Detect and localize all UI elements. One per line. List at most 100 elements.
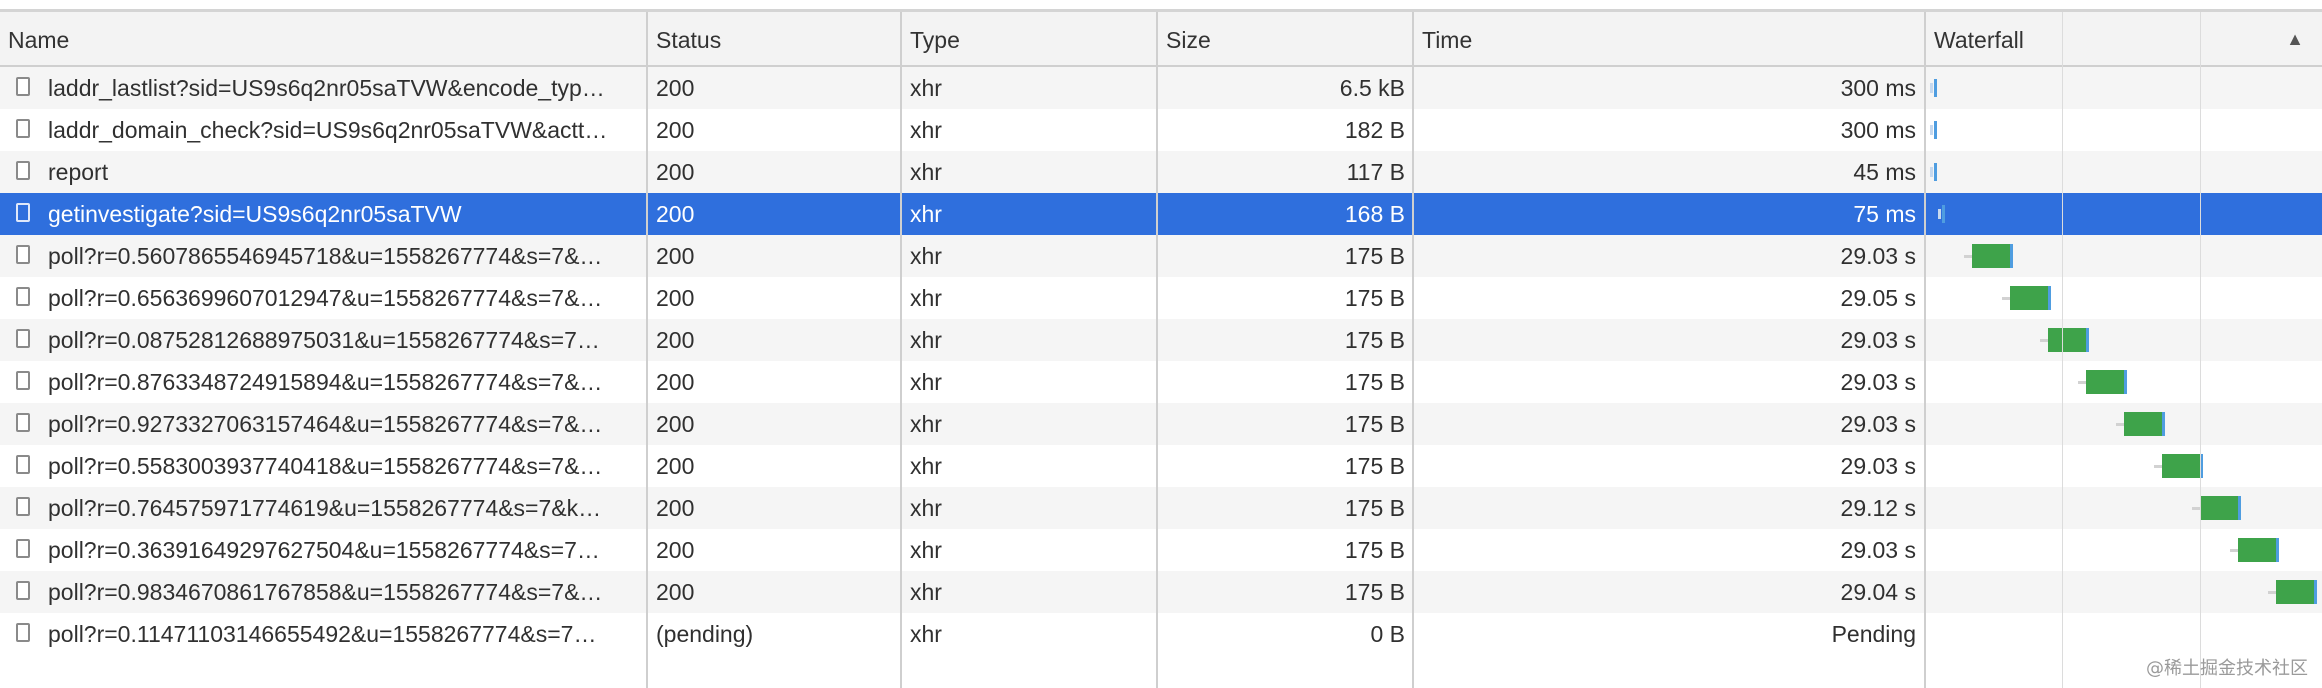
request-name: poll?r=0.6563699607012947&u=1558267774&s… bbox=[48, 285, 603, 311]
waterfall-timing[interactable] bbox=[1928, 109, 2322, 151]
table-row[interactable]: getinvestigate?sid=US9s6q2nr05saTVW 200 xh… bbox=[0, 193, 2322, 235]
request-status: 200 bbox=[656, 369, 695, 395]
column-divider[interactable] bbox=[646, 12, 648, 688]
waterfall-timing[interactable] bbox=[1928, 529, 2322, 571]
waterfall-timing[interactable] bbox=[1928, 193, 2322, 235]
request-status: 200 bbox=[656, 453, 695, 479]
waterfall-timing[interactable] bbox=[1928, 277, 2322, 319]
column-header-status[interactable]: Status bbox=[648, 12, 902, 65]
waterfall-timing[interactable] bbox=[1928, 319, 2322, 361]
request-type: xhr bbox=[910, 369, 942, 395]
request-status: 200 bbox=[656, 243, 695, 269]
column-header-waterfall[interactable]: Waterfall ▲ bbox=[1926, 12, 2322, 65]
table-row[interactable]: poll?r=0.9273327063157464&u=1558267774&s… bbox=[0, 403, 2322, 445]
waterfall-download-bar bbox=[1942, 205, 1945, 223]
request-time: 29.03 s bbox=[1840, 537, 1916, 563]
request-status: (pending) bbox=[656, 621, 754, 647]
request-time: 29.03 s bbox=[1840, 327, 1916, 353]
waterfall-download-bar bbox=[2048, 286, 2051, 310]
column-divider[interactable] bbox=[900, 12, 902, 688]
column-header-time[interactable]: Time bbox=[1414, 12, 1926, 65]
table-row[interactable]: poll?r=0.8763348724915894&u=1558267774&s… bbox=[0, 361, 2322, 403]
request-size: 175 B bbox=[1344, 285, 1405, 311]
column-header-size[interactable]: Size bbox=[1158, 12, 1414, 65]
column-header-name[interactable]: Name bbox=[0, 12, 648, 65]
request-size: 168 B bbox=[1344, 201, 1405, 227]
request-time: 29.04 s bbox=[1840, 579, 1916, 605]
request-size: 117 B bbox=[1346, 159, 1405, 185]
waterfall-timing[interactable] bbox=[1928, 403, 2322, 445]
waterfall-queue-bar bbox=[2002, 297, 2010, 300]
column-divider[interactable] bbox=[1412, 12, 1414, 688]
request-size: 175 B bbox=[1344, 453, 1405, 479]
table-row[interactable]: poll?r=0.9834670861767858&u=1558267774&s… bbox=[0, 571, 2322, 613]
request-name: poll?r=0.11471103146655492&u=1558267774&… bbox=[48, 621, 597, 647]
table-row[interactable]: report 200 xhr 117 B 45 ms bbox=[0, 151, 2322, 193]
table-header: Name Status Type Size Time Waterfall ▲ bbox=[0, 12, 2322, 67]
request-time: 29.03 s bbox=[1840, 369, 1916, 395]
request-type: xhr bbox=[910, 117, 942, 143]
request-type: xhr bbox=[910, 201, 942, 227]
table-row[interactable]: poll?r=0.6563699607012947&u=1558267774&s… bbox=[0, 277, 2322, 319]
request-time: 29.12 s bbox=[1840, 495, 1916, 521]
waterfall-timing[interactable] bbox=[1928, 361, 2322, 403]
document-icon bbox=[16, 371, 30, 390]
request-time: 29.03 s bbox=[1840, 411, 1916, 437]
request-name: poll?r=0.5583003937740418&u=1558267774&s… bbox=[48, 453, 603, 479]
request-status: 200 bbox=[656, 495, 695, 521]
request-size: 175 B bbox=[1344, 411, 1405, 437]
waterfall-timing[interactable] bbox=[1928, 571, 2322, 613]
document-icon bbox=[16, 161, 30, 180]
request-time: Pending bbox=[1831, 621, 1916, 647]
table-row[interactable]: poll?r=0.5583003937740418&u=1558267774&s… bbox=[0, 445, 2322, 487]
request-type: xhr bbox=[910, 621, 942, 647]
request-size: 175 B bbox=[1344, 537, 1405, 563]
request-size: 175 B bbox=[1344, 243, 1405, 269]
request-status: 200 bbox=[656, 159, 695, 185]
document-icon bbox=[16, 539, 30, 558]
document-icon bbox=[16, 497, 30, 516]
table-row[interactable]: poll?r=0.5607865546945718&u=1558267774&s… bbox=[0, 235, 2322, 277]
table-row[interactable]: laddr_lastlist?sid=US9s6q2nr05saTVW&enco… bbox=[0, 67, 2322, 109]
request-time: 29.05 s bbox=[1840, 285, 1916, 311]
waterfall-gridline bbox=[2062, 12, 2063, 688]
waterfall-timing[interactable] bbox=[1928, 151, 2322, 193]
request-type: xhr bbox=[910, 159, 942, 185]
table-row[interactable]: laddr_domain_check?sid=US9s6q2nr05saTVW&… bbox=[0, 109, 2322, 151]
document-icon bbox=[16, 329, 30, 348]
request-name: poll?r=0.36391649297627504&u=1558267774&… bbox=[48, 537, 600, 563]
document-icon bbox=[16, 245, 30, 264]
column-divider[interactable] bbox=[1924, 12, 1926, 688]
column-header-type[interactable]: Type bbox=[902, 12, 1158, 65]
request-name: laddr_lastlist?sid=US9s6q2nr05saTVW&enco… bbox=[48, 75, 605, 101]
table-row[interactable]: poll?r=0.11471103146655492&u=1558267774&… bbox=[0, 613, 2322, 655]
document-icon bbox=[16, 623, 30, 642]
waterfall-timing[interactable] bbox=[1928, 445, 2322, 487]
waterfall-wait-bar bbox=[1930, 125, 1933, 135]
request-size: 175 B bbox=[1344, 495, 1405, 521]
waterfall-download-bar bbox=[2086, 328, 2089, 352]
request-status: 200 bbox=[656, 537, 695, 563]
document-icon bbox=[16, 203, 30, 222]
network-request-table: Name Status Type Size Time Waterfall ▲ l… bbox=[0, 12, 2322, 688]
waterfall-timing[interactable] bbox=[1928, 67, 2322, 109]
table-row[interactable]: poll?r=0.36391649297627504&u=1558267774&… bbox=[0, 529, 2322, 571]
table-row[interactable]: poll?r=0.764575971774619&u=1558267774&s=… bbox=[0, 487, 2322, 529]
table-row[interactable]: poll?r=0.08752812688975031&u=1558267774&… bbox=[0, 319, 2322, 361]
panel-top-border bbox=[0, 0, 2322, 12]
sort-ascending-icon[interactable]: ▲ bbox=[2286, 12, 2304, 67]
waterfall-timing[interactable] bbox=[1928, 613, 2322, 655]
waterfall-queue-bar bbox=[2078, 381, 2086, 384]
request-name: poll?r=0.9834670861767858&u=1558267774&s… bbox=[48, 579, 603, 605]
waterfall-label: Waterfall bbox=[1934, 27, 2024, 53]
column-divider[interactable] bbox=[1156, 12, 1158, 688]
waterfall-queue-bar bbox=[2040, 339, 2048, 342]
waterfall-timing[interactable] bbox=[1928, 235, 2322, 277]
waterfall-download-bar bbox=[2162, 412, 2165, 436]
document-icon bbox=[16, 287, 30, 306]
request-time: 300 ms bbox=[1840, 75, 1916, 101]
waterfall-timing[interactable] bbox=[1928, 487, 2322, 529]
request-time: 45 ms bbox=[1853, 159, 1916, 185]
request-name: laddr_domain_check?sid=US9s6q2nr05saTVW&… bbox=[48, 117, 608, 143]
waterfall-waiting-bar bbox=[2276, 580, 2314, 604]
